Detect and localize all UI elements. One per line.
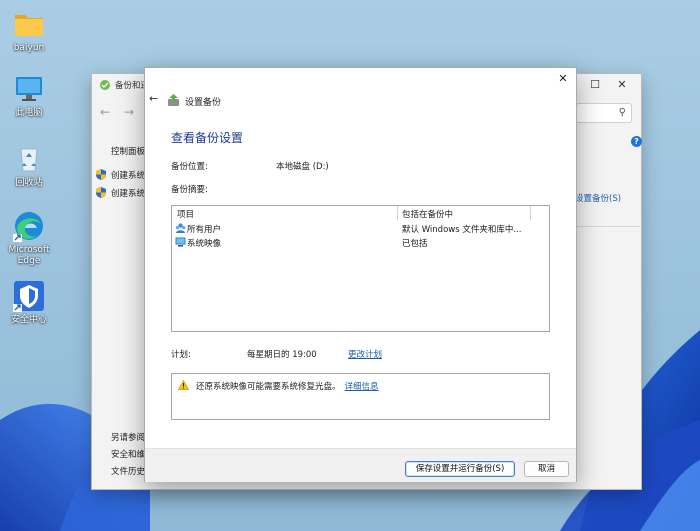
desktop-icon-security-center[interactable]: 安全中心 [0, 280, 59, 326]
list-item-name: 所有用户 [187, 225, 222, 235]
list-item[interactable]: 系统映像 已包括 [172, 236, 549, 249]
warning-text: 还原系统映像可能需要系统修复光盘。 [196, 382, 341, 392]
uac-shield-icon [96, 169, 106, 180]
column-header-item[interactable]: 项目 [177, 208, 194, 220]
desktop-icon-baiyun[interactable]: baiyun [0, 8, 59, 54]
cancel-button[interactable]: 取消 [524, 461, 569, 477]
column-header-included[interactable]: 包括在备份中 [402, 208, 453, 220]
see-also-file-history[interactable]: 文件历史 [111, 465, 145, 477]
save-and-run-backup-button[interactable]: 保存设置并运行备份(S) [405, 461, 515, 477]
users-icon [175, 223, 186, 233]
search-icon[interactable]: ⚲ [619, 107, 626, 118]
page-heading: 查看备份设置 [171, 131, 244, 145]
backup-location-value: 本地磁盘 (D:) [276, 162, 329, 172]
folder-icon [13, 8, 45, 40]
desktop-icon-recycle-bin[interactable]: 回收站 [0, 143, 59, 189]
backup-location-label: 备份位置: [171, 162, 208, 172]
see-also-heading: 另请参阅 [111, 433, 146, 443]
help-icon[interactable]: ? [631, 136, 642, 147]
edge-icon [13, 210, 45, 242]
close-icon[interactable]: ✕ [609, 77, 635, 93]
sidebar-heading[interactable]: 控制面板 [111, 145, 145, 157]
uac-shield-icon [96, 187, 106, 198]
back-arrow-icon[interactable]: ← [149, 92, 158, 105]
close-icon[interactable]: ✕ [554, 71, 572, 87]
back-arrow-icon[interactable]: ← [100, 105, 110, 119]
backup-app-icon [168, 94, 179, 106]
column-divider[interactable] [530, 206, 531, 220]
list-item[interactable]: 所有用户 默认 Windows 文件夹和库中... [172, 222, 549, 235]
search-input[interactable]: ⚲ [576, 103, 632, 123]
backup-summary-list[interactable]: 项目 包括在备份中 所有用户 默认 Windows 文件夹和库中... 系统映像… [171, 205, 550, 332]
divider [575, 226, 642, 227]
setup-backup-link[interactable]: 设置备份(S) [575, 192, 621, 204]
backup-summary-label: 备份摘要: [171, 185, 208, 195]
column-divider[interactable] [397, 206, 398, 220]
maximize-icon[interactable]: ☐ [582, 77, 608, 93]
monitor-icon [13, 73, 45, 105]
system-image-icon [175, 237, 186, 247]
forward-arrow-icon[interactable]: → [124, 105, 134, 119]
sidebar: 控制面板 创建系统 创建系统 另请参阅 安全和维 文件历史 [92, 130, 147, 490]
dialog-footer: 保存设置并运行备份(S) 取消 [145, 448, 576, 482]
security-center-icon [13, 280, 45, 312]
recycle-bin-icon [13, 143, 45, 175]
schedule-value: 每星期日的 19:00 [247, 350, 317, 360]
schedule-label: 计划: [171, 350, 191, 360]
list-item-value: 已包括 [402, 239, 428, 249]
sidebar-item-create-system-1[interactable]: 创建系统 [111, 169, 145, 181]
warning-box: 还原系统映像可能需要系统修复光盘。 详细信息 [171, 373, 550, 420]
setup-backup-dialog[interactable]: ✕ ← 设置备份 查看备份设置 备份位置: 本地磁盘 (D:) 备份摘要: 项目… [144, 67, 577, 482]
desktop-icon-this-pc[interactable]: 此电脑 [0, 73, 59, 119]
list-header: 项目 包括在备份中 [172, 206, 549, 220]
list-item-value: 默认 Windows 文件夹和库中... [402, 225, 522, 235]
backup-app-icon [100, 80, 110, 90]
see-also-security-maintenance[interactable]: 安全和维 [111, 448, 145, 460]
dialog-title: 设置备份 [185, 98, 222, 108]
warning-message: 还原系统映像可能需要系统修复光盘。 详细信息 [196, 380, 379, 392]
list-item-name: 系统映像 [187, 239, 222, 249]
sidebar-item-create-system-2[interactable]: 创建系统 [111, 187, 145, 199]
desktop-icon-edge[interactable]: Microsoft Edge [0, 210, 59, 267]
more-info-link[interactable]: 详细信息 [345, 382, 379, 392]
change-schedule-link[interactable]: 更改计划 [348, 348, 382, 360]
warning-icon [178, 380, 189, 390]
